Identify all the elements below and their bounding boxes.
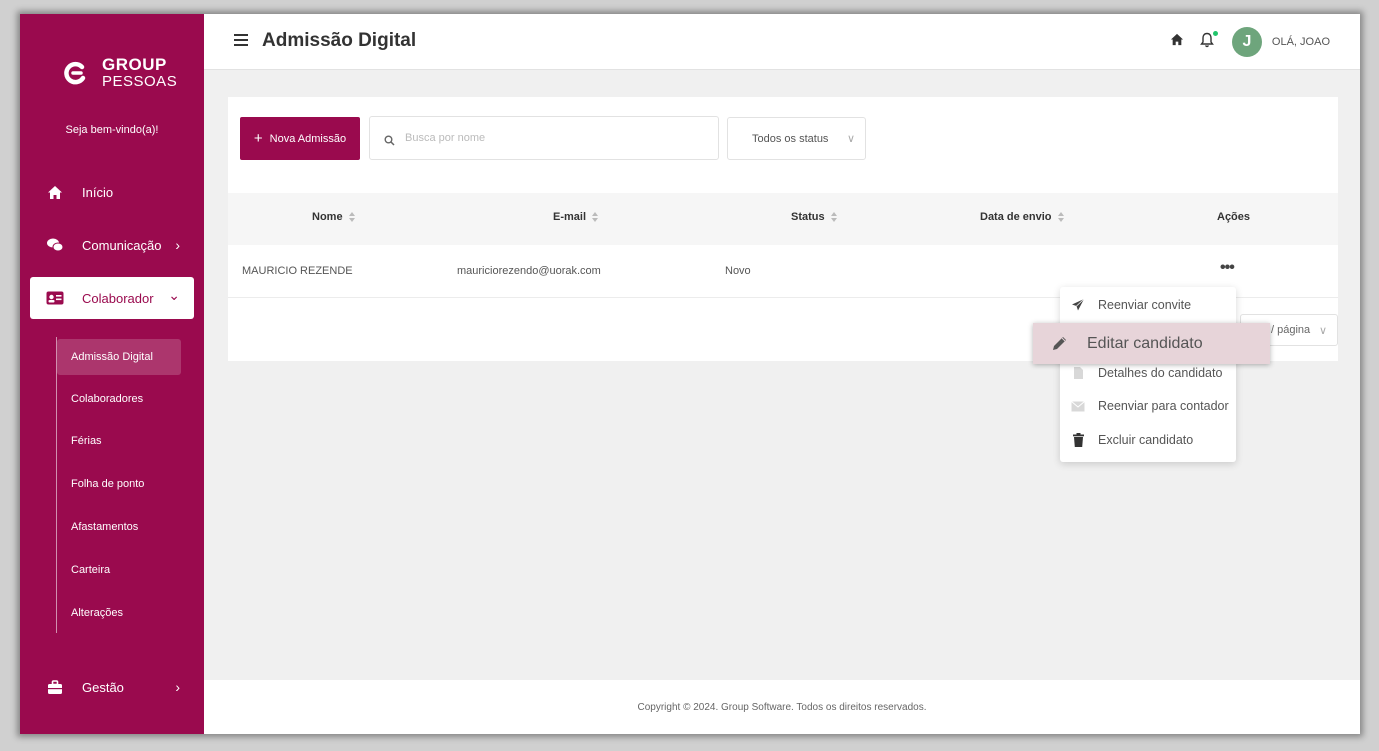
menu-item-reenviar-convite[interactable]: Reenviar convite [1070, 297, 1191, 313]
menu-item-excluir-candidato[interactable]: Excluir candidato [1070, 432, 1193, 448]
cell-email: mauriciorezendo@uorak.com [457, 265, 601, 277]
column-header-data-envio[interactable]: Data de envio [980, 211, 1064, 223]
menu-item-label: Excluir candidato [1098, 433, 1194, 447]
submenu-item-ferias[interactable]: Férias [57, 423, 181, 459]
menu-item-editar-candidato[interactable]: Editar candidato [1033, 323, 1270, 364]
status-filter-value: Todos os status [752, 132, 829, 145]
column-label: Nome [312, 211, 343, 223]
home-icon[interactable] [1170, 33, 1184, 51]
avatar[interactable]: J [1231, 27, 1262, 57]
logo-mark-icon [62, 59, 90, 87]
pencil-icon [1049, 334, 1069, 354]
nav-item-gestao[interactable]: Gestão › [30, 666, 194, 708]
menu-item-label: Reenviar para contador [1098, 399, 1229, 413]
submenu-item-colaboradores[interactable]: Colaboradores [57, 381, 181, 417]
nav-item-label: Início [82, 184, 114, 200]
sort-icon [592, 212, 599, 222]
menu-item-reenviar-contador[interactable]: Reenviar para contador [1070, 398, 1229, 414]
nav-item-label: Comunicação [82, 237, 162, 253]
sort-icon [830, 212, 837, 222]
more-actions-icon[interactable]: ••• [1220, 259, 1235, 277]
column-label: Ações [1217, 211, 1251, 223]
new-admission-button[interactable]: + Nova Admissão [240, 117, 360, 160]
brand-name: GROUP [102, 55, 167, 74]
nav-item-label: Gestão [82, 679, 124, 695]
submenu-item-afastamentos[interactable]: Afastamentos [57, 509, 181, 545]
sidebar: GROUP PESSOAS Seja bem-vindo(a)! Início … [20, 14, 204, 734]
notification-dot [1212, 30, 1218, 36]
nav-item-comunicacao[interactable]: Comunicação › [30, 224, 194, 266]
hamburger-menu-icon[interactable] [234, 34, 248, 46]
welcome-text: Seja bem-vindo(a)! [65, 124, 159, 136]
cell-status: Novo [725, 265, 751, 277]
chevron-down-icon: ∨ [1318, 324, 1327, 337]
copyright-text: Copyright © 2024. Group Software. Todos … [637, 701, 927, 713]
menu-item-detalhes-candidato[interactable]: Detalhes do candidato [1070, 365, 1222, 381]
envelope-icon [1070, 398, 1086, 414]
column-label: Data de envio [980, 211, 1052, 223]
menu-item-label: Editar candidato [1087, 334, 1203, 352]
briefcase-icon [46, 678, 64, 696]
row-actions-menu: Reenviar convite Detalhes do candidato R… [1060, 287, 1236, 462]
trash-icon [1070, 432, 1086, 448]
new-admission-label: Nova Admissão [269, 132, 347, 145]
page-title: Admissão Digital [262, 30, 417, 51]
submenu-item-folha-de-ponto[interactable]: Folha de ponto [57, 466, 181, 502]
nav-item-colaborador[interactable]: Colaborador ⌄ [30, 277, 194, 319]
status-filter-select[interactable]: Todos os status ∨ [727, 117, 866, 160]
bell-icon[interactable] [1200, 30, 1218, 53]
search-input[interactable] [405, 132, 705, 144]
chevron-right-icon: › [175, 237, 180, 253]
table-header: Nome E-mail Status Data de envio Ações [228, 193, 1338, 245]
send-icon [1070, 297, 1086, 313]
nav-item-label: Colaborador [82, 290, 154, 306]
submenu-item-alteracoes[interactable]: Alterações [57, 595, 181, 631]
search-box[interactable] [369, 116, 719, 160]
submenu-item-carteira[interactable]: Carteira [57, 552, 181, 588]
id-card-icon [46, 289, 64, 307]
submenu-item-admissao-digital[interactable]: Admissão Digital [57, 339, 181, 375]
brand-logo[interactable]: GROUP PESSOAS [62, 56, 177, 89]
column-label: E-mail [553, 211, 587, 223]
menu-item-label: Reenviar convite [1098, 298, 1192, 312]
menu-item-label: Detalhes do candidato [1098, 366, 1223, 380]
sort-icon [348, 212, 355, 222]
app-window: GROUP PESSOAS Seja bem-vindo(a)! Início … [20, 14, 1360, 734]
sort-icon [1057, 212, 1064, 222]
chevron-right-icon: › [175, 679, 180, 695]
chevron-down-icon: ⌄ [168, 287, 180, 303]
nav-item-inicio[interactable]: Início [30, 171, 194, 213]
plus-icon: + [253, 130, 263, 147]
footer: Copyright © 2024. Group Software. Todos … [204, 680, 1360, 734]
document-icon [1070, 365, 1086, 381]
column-label: Status [791, 211, 825, 223]
home-icon [46, 183, 64, 201]
column-header-email[interactable]: E-mail [553, 211, 599, 223]
column-header-acoes: Ações [1217, 211, 1250, 223]
colaborador-submenu: Admissão Digital Colaboradores Férias Fo… [56, 337, 181, 633]
cell-nome: MAURICIO REZENDE [242, 265, 353, 277]
user-greeting[interactable]: OLÁ, JOAO [1272, 36, 1330, 48]
search-icon [384, 133, 395, 146]
column-header-nome[interactable]: Nome [312, 211, 355, 223]
top-bar: Admissão Digital J OLÁ, JOAO [204, 14, 1360, 70]
brand-subname: PESSOAS [102, 73, 178, 90]
chevron-down-icon: ∨ [846, 133, 855, 145]
page-size-label: / página [1271, 324, 1311, 336]
chat-icon [46, 236, 64, 254]
column-header-status[interactable]: Status [791, 211, 837, 223]
